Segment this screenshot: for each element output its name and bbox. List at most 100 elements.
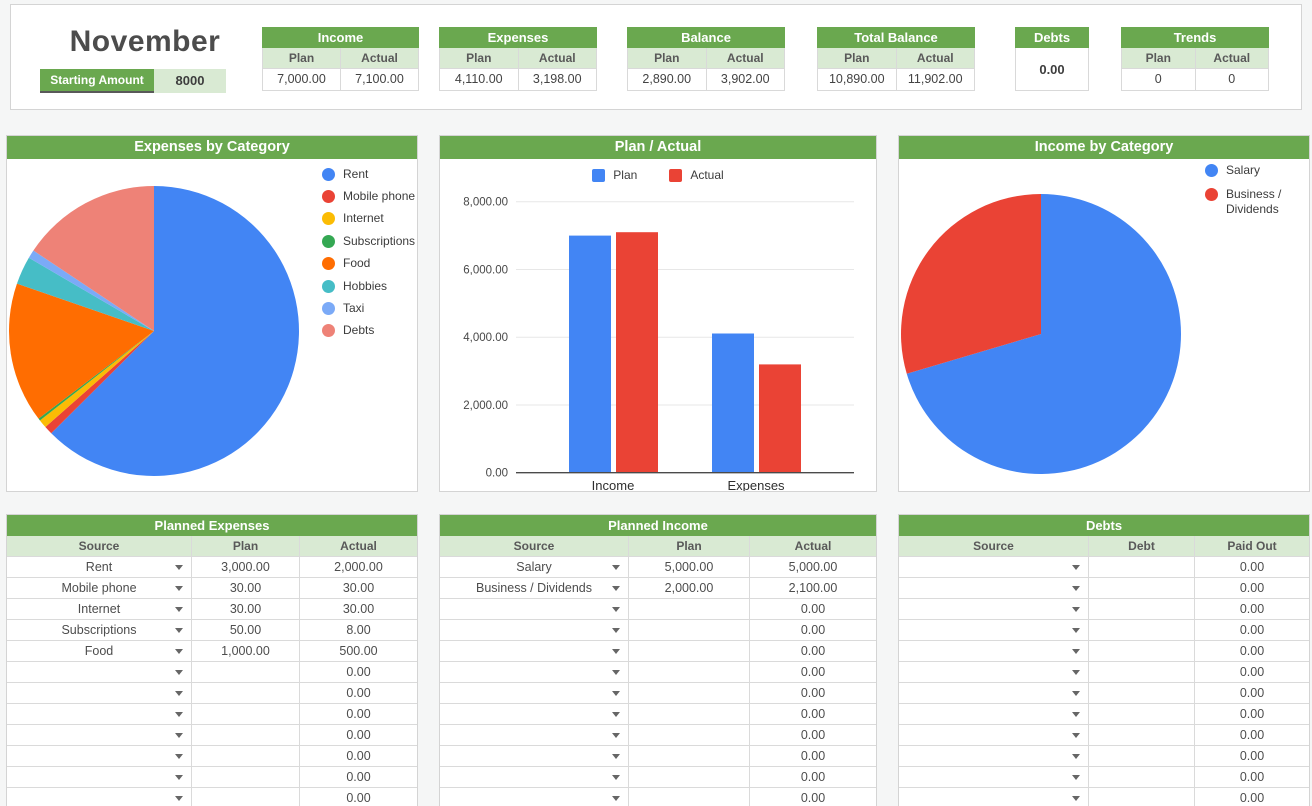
dropdown-arrow-icon[interactable] [175,775,183,780]
cell-actual[interactable]: 2,000.00 [299,557,417,577]
dropdown-arrow-icon[interactable] [612,670,620,675]
cell-actual[interactable]: 8.00 [299,620,417,640]
cell-plan[interactable] [628,788,749,806]
cell-debt[interactable] [1088,578,1194,598]
cell-actual[interactable]: 0.00 [299,788,417,806]
cell-source[interactable]: Subscriptions [7,620,191,640]
cell-actual[interactable]: 30.00 [299,578,417,598]
cell-actual[interactable]: 0.00 [749,746,876,766]
cell-plan[interactable] [191,683,299,703]
dropdown-arrow-icon[interactable] [175,565,183,570]
cell-source[interactable]: Salary [440,557,628,577]
cell-source[interactable] [7,683,191,703]
cell-source[interactable] [899,767,1088,787]
cell-source[interactable] [899,620,1088,640]
cell-actual[interactable]: 0.00 [299,662,417,682]
dropdown-arrow-icon[interactable] [175,628,183,633]
dropdown-arrow-icon[interactable] [612,796,620,801]
dropdown-arrow-icon[interactable] [612,754,620,759]
cell-source[interactable] [899,704,1088,724]
cell-source[interactable] [440,704,628,724]
cell-paid-out[interactable]: 0.00 [1194,620,1309,640]
cell-source[interactable] [899,578,1088,598]
cell-actual[interactable]: 2,100.00 [749,578,876,598]
cell-source[interactable] [899,662,1088,682]
dropdown-arrow-icon[interactable] [1072,733,1080,738]
dropdown-arrow-icon[interactable] [1072,796,1080,801]
dropdown-arrow-icon[interactable] [612,565,620,570]
cell-plan[interactable] [191,725,299,745]
cell-actual[interactable]: 0.00 [299,704,417,724]
cell-actual[interactable]: 0.00 [299,746,417,766]
dropdown-arrow-icon[interactable] [1072,670,1080,675]
dropdown-arrow-icon[interactable] [612,712,620,717]
cell-debt[interactable] [1088,641,1194,661]
dropdown-arrow-icon[interactable] [612,586,620,591]
dropdown-arrow-icon[interactable] [175,607,183,612]
dropdown-arrow-icon[interactable] [1072,754,1080,759]
cell-plan[interactable]: 5,000.00 [628,557,749,577]
dropdown-arrow-icon[interactable] [1072,586,1080,591]
cell-plan[interactable]: 3,000.00 [191,557,299,577]
cell-plan[interactable] [628,662,749,682]
dropdown-arrow-icon[interactable] [1072,691,1080,696]
cell-debt[interactable] [1088,767,1194,787]
cell-debt[interactable] [1088,662,1194,682]
dropdown-arrow-icon[interactable] [612,775,620,780]
dropdown-arrow-icon[interactable] [612,649,620,654]
dropdown-arrow-icon[interactable] [175,712,183,717]
dropdown-arrow-icon[interactable] [612,691,620,696]
cell-source[interactable] [7,662,191,682]
dropdown-arrow-icon[interactable] [175,691,183,696]
cell-plan[interactable]: 30.00 [191,578,299,598]
dropdown-arrow-icon[interactable] [175,670,183,675]
cell-debt[interactable] [1088,746,1194,766]
cell-plan[interactable] [191,767,299,787]
cell-source[interactable]: Business / Dividends [440,578,628,598]
cell-source[interactable] [7,788,191,806]
cell-paid-out[interactable]: 0.00 [1194,641,1309,661]
dropdown-arrow-icon[interactable] [1072,649,1080,654]
cell-plan[interactable] [628,620,749,640]
cell-plan[interactable] [628,725,749,745]
cell-source[interactable] [440,662,628,682]
cell-actual[interactable]: 0.00 [749,704,876,724]
cell-plan[interactable] [628,746,749,766]
dropdown-arrow-icon[interactable] [175,649,183,654]
cell-plan[interactable] [628,704,749,724]
cell-source[interactable] [7,767,191,787]
starting-amount-value[interactable]: 8000 [154,69,226,93]
cell-plan[interactable] [628,599,749,619]
cell-plan[interactable]: 50.00 [191,620,299,640]
cell-plan[interactable]: 1,000.00 [191,641,299,661]
cell-debt[interactable] [1088,704,1194,724]
cell-actual[interactable]: 0.00 [299,725,417,745]
cell-debt[interactable] [1088,788,1194,806]
cell-source[interactable] [440,620,628,640]
cell-actual[interactable]: 0.00 [749,599,876,619]
cell-debt[interactable] [1088,683,1194,703]
cell-paid-out[interactable]: 0.00 [1194,746,1309,766]
cell-plan[interactable]: 2,000.00 [628,578,749,598]
cell-paid-out[interactable]: 0.00 [1194,599,1309,619]
dropdown-arrow-icon[interactable] [175,754,183,759]
cell-source[interactable] [7,725,191,745]
cell-source[interactable] [440,767,628,787]
dropdown-arrow-icon[interactable] [1072,628,1080,633]
cell-paid-out[interactable]: 0.00 [1194,725,1309,745]
dropdown-arrow-icon[interactable] [175,586,183,591]
cell-debt[interactable] [1088,599,1194,619]
cell-paid-out[interactable]: 0.00 [1194,788,1309,806]
cell-paid-out[interactable]: 0.00 [1194,683,1309,703]
cell-paid-out[interactable]: 0.00 [1194,662,1309,682]
cell-plan[interactable] [191,704,299,724]
cell-plan[interactable] [628,641,749,661]
cell-paid-out[interactable]: 0.00 [1194,578,1309,598]
cell-actual[interactable]: 0.00 [749,788,876,806]
cell-paid-out[interactable]: 0.00 [1194,704,1309,724]
cell-actual[interactable]: 0.00 [749,641,876,661]
cell-source[interactable] [440,746,628,766]
cell-plan[interactable] [628,683,749,703]
cell-source[interactable] [7,746,191,766]
cell-source[interactable] [899,746,1088,766]
